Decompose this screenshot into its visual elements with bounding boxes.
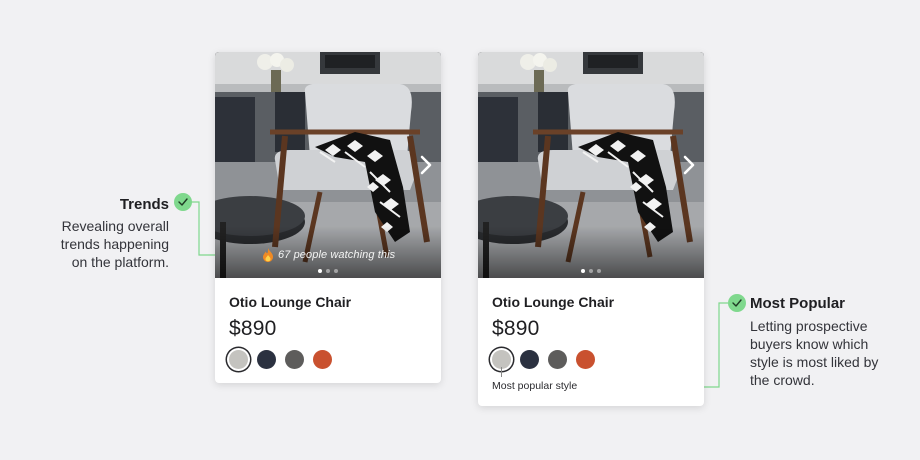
product-photo[interactable]: 67 people watching this: [215, 52, 441, 278]
fire-icon: [263, 248, 273, 262]
product-price: $890: [229, 317, 277, 340]
swatch-light-gray[interactable]: [229, 350, 248, 369]
trends-check-badge: [174, 193, 192, 211]
chevron-right-icon: [420, 155, 432, 175]
most-popular-label: Most popular style: [492, 380, 578, 392]
watching-text: 67 people watching this: [278, 249, 396, 261]
carousel-dot[interactable]: [597, 269, 601, 273]
check-icon: [178, 198, 188, 206]
swatch-charcoal[interactable]: [548, 350, 567, 369]
most-popular-line: buyers know which: [750, 336, 869, 352]
next-image-button[interactable]: [680, 152, 698, 178]
product-title[interactable]: Otio Lounge Chair: [492, 294, 690, 310]
carousel-indicator: [478, 269, 704, 273]
most-popular-line: Letting prospective: [750, 318, 868, 334]
carousel-dot[interactable]: [581, 269, 585, 273]
carousel-dot[interactable]: [326, 269, 330, 273]
most-popular-pointer: [501, 367, 502, 377]
color-swatches: [492, 350, 690, 369]
trends-annotation-body: Revealing overall trends happening on th…: [61, 217, 169, 271]
swatch-rust[interactable]: [576, 350, 595, 369]
carousel-dot[interactable]: [318, 269, 322, 273]
color-swatches: [229, 350, 427, 369]
trends-line: Revealing overall: [61, 218, 169, 234]
carousel-dot[interactable]: [334, 269, 338, 273]
product-photo[interactable]: [478, 52, 704, 278]
chevron-right-icon: [683, 155, 695, 175]
next-image-button[interactable]: [417, 152, 435, 178]
most-popular-annotation-title: Most Popular: [750, 295, 846, 312]
most-popular-annotation-body: Letting prospective buyers know which st…: [750, 317, 878, 389]
carousel-dot[interactable]: [589, 269, 593, 273]
most-popular-line: style is most liked by: [750, 354, 879, 370]
product-card-most-popular[interactable]: Otio Lounge Chair $890 Most popular styl…: [478, 52, 704, 406]
trends-line: trends happening: [60, 236, 169, 252]
trends-annotation-title: Trends: [119, 196, 169, 213]
swatch-navy[interactable]: [520, 350, 539, 369]
most-popular-check-badge: [728, 294, 746, 312]
product-card-trends[interactable]: 67 people watching this Otio Lounge Chai…: [215, 52, 441, 383]
product-price: $890: [492, 317, 540, 340]
trends-line: on the platform.: [71, 254, 169, 270]
most-popular-line: the crowd.: [750, 372, 815, 388]
check-icon: [732, 299, 742, 307]
product-title[interactable]: Otio Lounge Chair: [229, 294, 427, 310]
swatch-navy[interactable]: [257, 350, 276, 369]
watching-badge: 67 people watching this: [262, 248, 395, 262]
swatch-rust[interactable]: [313, 350, 332, 369]
swatch-charcoal[interactable]: [285, 350, 304, 369]
carousel-indicator: [215, 269, 441, 273]
